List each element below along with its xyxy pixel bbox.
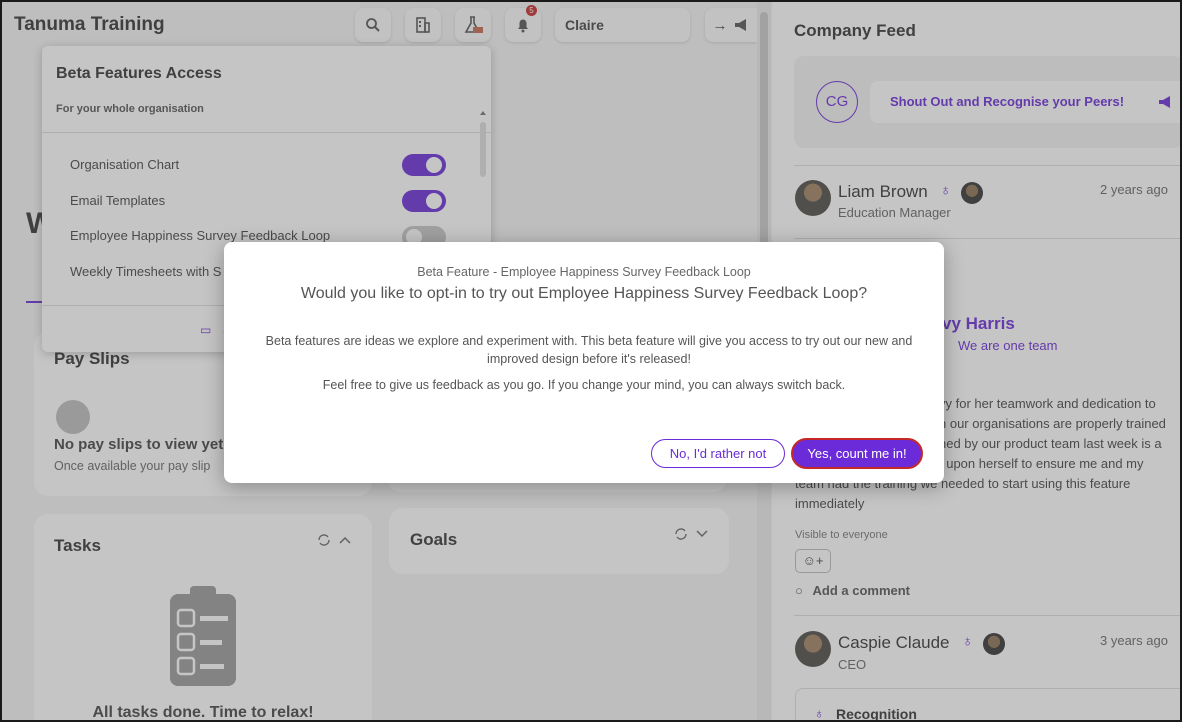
beta-optin-dialog: Beta Feature - Employee Happiness Survey… [224, 242, 944, 483]
app-window: Tanuma Training 5 Claire → W Pay Slips N… [0, 0, 1182, 722]
accept-button[interactable]: Yes, count me in! [791, 438, 923, 469]
dialog-title: Would you like to opt-in to try out Empl… [300, 285, 868, 302]
decline-button[interactable]: No, I'd rather not [651, 439, 785, 468]
dialog-body-secondary: Feel free to give us feedback as you go.… [322, 378, 846, 392]
dialog-kicker: Beta Feature - Employee Happiness Survey… [417, 265, 751, 279]
dialog-body: Beta features are ideas we explore and e… [265, 334, 913, 366]
